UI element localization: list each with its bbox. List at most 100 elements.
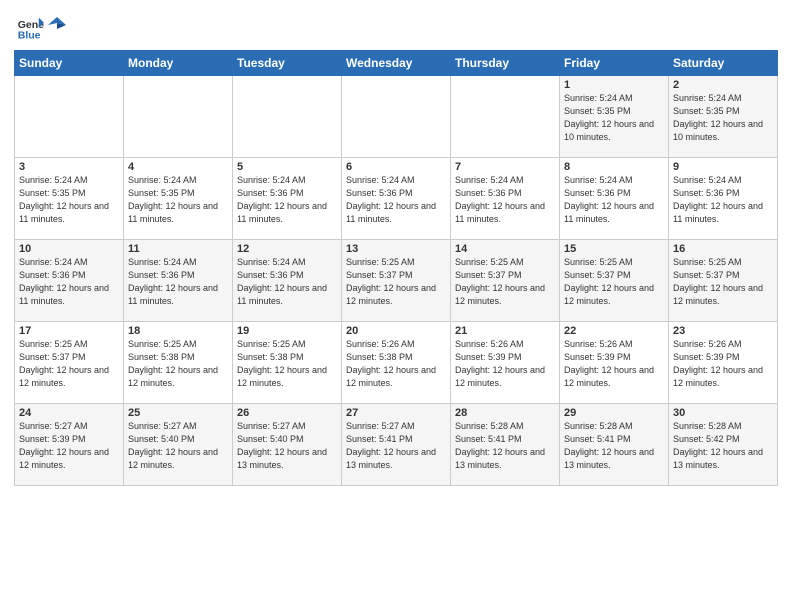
calendar-cell: 6Sunrise: 5:24 AM Sunset: 5:36 PM Daylig… bbox=[342, 158, 451, 240]
day-info: Sunrise: 5:28 AM Sunset: 5:42 PM Dayligh… bbox=[673, 420, 773, 472]
day-info: Sunrise: 5:28 AM Sunset: 5:41 PM Dayligh… bbox=[455, 420, 555, 472]
calendar-cell: 12Sunrise: 5:24 AM Sunset: 5:36 PM Dayli… bbox=[233, 240, 342, 322]
day-number: 14 bbox=[455, 243, 555, 255]
day-info: Sunrise: 5:24 AM Sunset: 5:36 PM Dayligh… bbox=[237, 174, 337, 226]
day-info: Sunrise: 5:24 AM Sunset: 5:35 PM Dayligh… bbox=[564, 92, 664, 144]
calendar-cell: 3Sunrise: 5:24 AM Sunset: 5:35 PM Daylig… bbox=[15, 158, 124, 240]
calendar-cell: 18Sunrise: 5:25 AM Sunset: 5:38 PM Dayli… bbox=[124, 322, 233, 404]
day-info: Sunrise: 5:25 AM Sunset: 5:37 PM Dayligh… bbox=[673, 256, 773, 308]
calendar-cell: 5Sunrise: 5:24 AM Sunset: 5:36 PM Daylig… bbox=[233, 158, 342, 240]
calendar-cell bbox=[15, 76, 124, 158]
weekday-header-sunday: Sunday bbox=[15, 51, 124, 76]
calendar-cell: 15Sunrise: 5:25 AM Sunset: 5:37 PM Dayli… bbox=[560, 240, 669, 322]
day-number: 16 bbox=[673, 243, 773, 255]
day-number: 1 bbox=[564, 79, 664, 91]
day-number: 29 bbox=[564, 407, 664, 419]
day-info: Sunrise: 5:24 AM Sunset: 5:36 PM Dayligh… bbox=[19, 256, 119, 308]
calendar-cell: 8Sunrise: 5:24 AM Sunset: 5:36 PM Daylig… bbox=[560, 158, 669, 240]
calendar-cell: 26Sunrise: 5:27 AM Sunset: 5:40 PM Dayli… bbox=[233, 404, 342, 486]
weekday-header-monday: Monday bbox=[124, 51, 233, 76]
day-info: Sunrise: 5:24 AM Sunset: 5:36 PM Dayligh… bbox=[455, 174, 555, 226]
day-number: 18 bbox=[128, 325, 228, 337]
day-info: Sunrise: 5:24 AM Sunset: 5:36 PM Dayligh… bbox=[346, 174, 446, 226]
day-number: 25 bbox=[128, 407, 228, 419]
day-info: Sunrise: 5:25 AM Sunset: 5:37 PM Dayligh… bbox=[455, 256, 555, 308]
day-number: 13 bbox=[346, 243, 446, 255]
day-info: Sunrise: 5:25 AM Sunset: 5:37 PM Dayligh… bbox=[564, 256, 664, 308]
logo: General Blue bbox=[14, 14, 66, 42]
day-number: 9 bbox=[673, 161, 773, 173]
day-number: 7 bbox=[455, 161, 555, 173]
logo-icon: General Blue bbox=[16, 14, 44, 42]
day-info: Sunrise: 5:27 AM Sunset: 5:41 PM Dayligh… bbox=[346, 420, 446, 472]
day-number: 3 bbox=[19, 161, 119, 173]
calendar-cell: 23Sunrise: 5:26 AM Sunset: 5:39 PM Dayli… bbox=[669, 322, 778, 404]
weekday-header-thursday: Thursday bbox=[451, 51, 560, 76]
calendar-cell: 2Sunrise: 5:24 AM Sunset: 5:35 PM Daylig… bbox=[669, 76, 778, 158]
day-number: 12 bbox=[237, 243, 337, 255]
calendar-cell: 27Sunrise: 5:27 AM Sunset: 5:41 PM Dayli… bbox=[342, 404, 451, 486]
day-info: Sunrise: 5:25 AM Sunset: 5:37 PM Dayligh… bbox=[346, 256, 446, 308]
day-info: Sunrise: 5:24 AM Sunset: 5:36 PM Dayligh… bbox=[673, 174, 773, 226]
svg-text:Blue: Blue bbox=[18, 30, 41, 42]
calendar-cell: 22Sunrise: 5:26 AM Sunset: 5:39 PM Dayli… bbox=[560, 322, 669, 404]
day-info: Sunrise: 5:25 AM Sunset: 5:38 PM Dayligh… bbox=[128, 338, 228, 390]
calendar-cell bbox=[451, 76, 560, 158]
calendar-cell: 17Sunrise: 5:25 AM Sunset: 5:37 PM Dayli… bbox=[15, 322, 124, 404]
day-number: 11 bbox=[128, 243, 228, 255]
calendar-cell bbox=[124, 76, 233, 158]
calendar-cell bbox=[342, 76, 451, 158]
day-info: Sunrise: 5:24 AM Sunset: 5:35 PM Dayligh… bbox=[128, 174, 228, 226]
calendar-cell: 10Sunrise: 5:24 AM Sunset: 5:36 PM Dayli… bbox=[15, 240, 124, 322]
weekday-header-friday: Friday bbox=[560, 51, 669, 76]
day-info: Sunrise: 5:25 AM Sunset: 5:37 PM Dayligh… bbox=[19, 338, 119, 390]
day-number: 28 bbox=[455, 407, 555, 419]
calendar-table: SundayMondayTuesdayWednesdayThursdayFrid… bbox=[14, 50, 778, 486]
day-number: 6 bbox=[346, 161, 446, 173]
calendar-cell bbox=[233, 76, 342, 158]
calendar-cell: 4Sunrise: 5:24 AM Sunset: 5:35 PM Daylig… bbox=[124, 158, 233, 240]
day-number: 21 bbox=[455, 325, 555, 337]
day-number: 27 bbox=[346, 407, 446, 419]
day-number: 8 bbox=[564, 161, 664, 173]
calendar-cell: 28Sunrise: 5:28 AM Sunset: 5:41 PM Dayli… bbox=[451, 404, 560, 486]
day-info: Sunrise: 5:28 AM Sunset: 5:41 PM Dayligh… bbox=[564, 420, 664, 472]
day-number: 19 bbox=[237, 325, 337, 337]
calendar-cell: 30Sunrise: 5:28 AM Sunset: 5:42 PM Dayli… bbox=[669, 404, 778, 486]
calendar-cell: 19Sunrise: 5:25 AM Sunset: 5:38 PM Dayli… bbox=[233, 322, 342, 404]
day-info: Sunrise: 5:24 AM Sunset: 5:35 PM Dayligh… bbox=[19, 174, 119, 226]
day-info: Sunrise: 5:27 AM Sunset: 5:40 PM Dayligh… bbox=[237, 420, 337, 472]
day-info: Sunrise: 5:26 AM Sunset: 5:39 PM Dayligh… bbox=[455, 338, 555, 390]
day-info: Sunrise: 5:24 AM Sunset: 5:36 PM Dayligh… bbox=[237, 256, 337, 308]
day-number: 22 bbox=[564, 325, 664, 337]
day-number: 20 bbox=[346, 325, 446, 337]
day-info: Sunrise: 5:24 AM Sunset: 5:36 PM Dayligh… bbox=[128, 256, 228, 308]
calendar-cell: 20Sunrise: 5:26 AM Sunset: 5:38 PM Dayli… bbox=[342, 322, 451, 404]
calendar-cell: 21Sunrise: 5:26 AM Sunset: 5:39 PM Dayli… bbox=[451, 322, 560, 404]
day-info: Sunrise: 5:24 AM Sunset: 5:35 PM Dayligh… bbox=[673, 92, 773, 144]
day-number: 17 bbox=[19, 325, 119, 337]
day-info: Sunrise: 5:24 AM Sunset: 5:36 PM Dayligh… bbox=[564, 174, 664, 226]
day-info: Sunrise: 5:26 AM Sunset: 5:38 PM Dayligh… bbox=[346, 338, 446, 390]
logo-bird-icon bbox=[48, 15, 66, 37]
day-info: Sunrise: 5:27 AM Sunset: 5:40 PM Dayligh… bbox=[128, 420, 228, 472]
day-number: 30 bbox=[673, 407, 773, 419]
calendar-cell: 9Sunrise: 5:24 AM Sunset: 5:36 PM Daylig… bbox=[669, 158, 778, 240]
day-number: 26 bbox=[237, 407, 337, 419]
day-info: Sunrise: 5:26 AM Sunset: 5:39 PM Dayligh… bbox=[564, 338, 664, 390]
weekday-header-saturday: Saturday bbox=[669, 51, 778, 76]
calendar-cell: 11Sunrise: 5:24 AM Sunset: 5:36 PM Dayli… bbox=[124, 240, 233, 322]
calendar-cell: 1Sunrise: 5:24 AM Sunset: 5:35 PM Daylig… bbox=[560, 76, 669, 158]
day-number: 2 bbox=[673, 79, 773, 91]
day-number: 4 bbox=[128, 161, 228, 173]
day-info: Sunrise: 5:25 AM Sunset: 5:38 PM Dayligh… bbox=[237, 338, 337, 390]
day-number: 15 bbox=[564, 243, 664, 255]
calendar-cell: 24Sunrise: 5:27 AM Sunset: 5:39 PM Dayli… bbox=[15, 404, 124, 486]
calendar-cell: 13Sunrise: 5:25 AM Sunset: 5:37 PM Dayli… bbox=[342, 240, 451, 322]
day-number: 5 bbox=[237, 161, 337, 173]
day-number: 23 bbox=[673, 325, 773, 337]
day-number: 24 bbox=[19, 407, 119, 419]
calendar-cell: 7Sunrise: 5:24 AM Sunset: 5:36 PM Daylig… bbox=[451, 158, 560, 240]
day-info: Sunrise: 5:27 AM Sunset: 5:39 PM Dayligh… bbox=[19, 420, 119, 472]
weekday-header-tuesday: Tuesday bbox=[233, 51, 342, 76]
